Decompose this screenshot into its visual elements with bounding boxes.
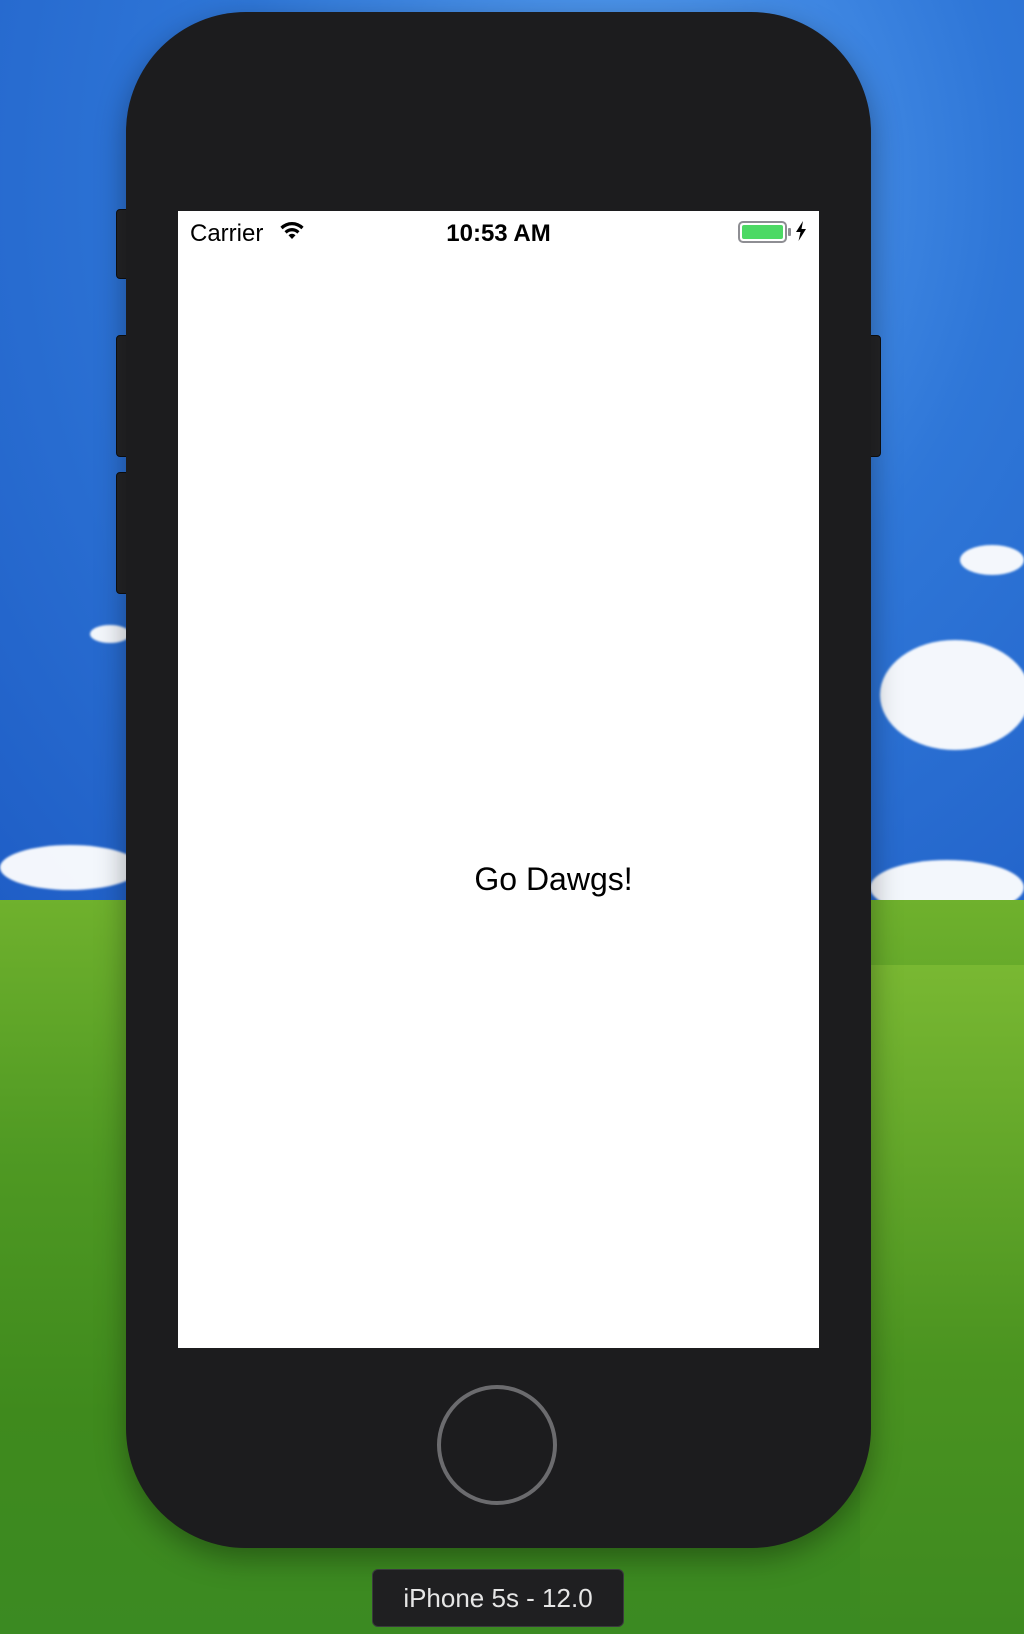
- cloud: [0, 845, 140, 890]
- status-time: 10:53 AM: [446, 220, 551, 247]
- device-name-label: iPhone 5s - 12.0: [372, 1569, 624, 1627]
- app-screen[interactable]: Carrier 10:53 AM Go Dawgs!: [178, 211, 819, 1348]
- go-dawgs-label: Go Dawgs!: [178, 861, 819, 898]
- charging-bolt-icon: [796, 221, 806, 241]
- cloud: [90, 625, 130, 643]
- cloud: [880, 640, 1024, 750]
- status-bar: Carrier 10:53 AM: [178, 211, 819, 251]
- home-button[interactable]: [437, 1385, 557, 1505]
- go-dawgs-text: Go Dawgs!: [474, 861, 633, 897]
- cloud: [960, 545, 1024, 575]
- desktop-wallpaper-hill-right: [860, 965, 1024, 1634]
- battery-icon: [738, 221, 791, 243]
